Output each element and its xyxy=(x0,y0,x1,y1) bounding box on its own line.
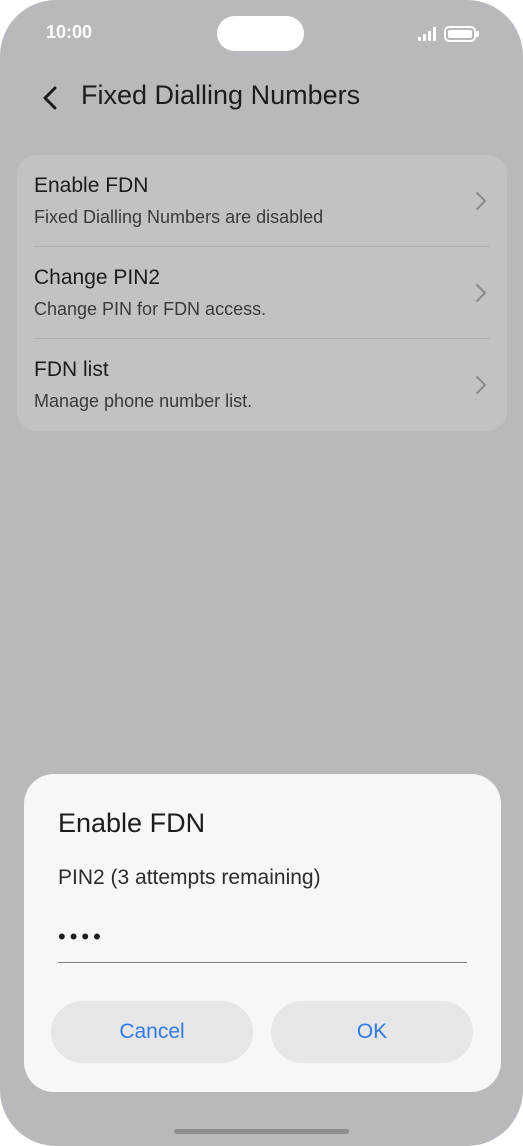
status-time: 10:00 xyxy=(46,22,93,42)
setting-title: FDN list xyxy=(34,358,109,381)
chevron-right-icon xyxy=(476,284,486,302)
dialog-title: Enable FDN xyxy=(58,808,206,838)
pin-label: PIN2 (3 attempts remaining) xyxy=(58,866,321,889)
setting-title: Change PIN2 xyxy=(34,266,161,289)
ok-button[interactable]: OK xyxy=(271,1001,473,1063)
chevron-right-icon xyxy=(476,376,486,394)
phone-screen: 10:00 Fixed Dialling Numbers Enable FDN … xyxy=(0,0,523,1146)
camera-pill xyxy=(217,16,304,51)
setting-subtitle: Manage phone number list. xyxy=(34,391,253,411)
pin-dialog: Enable FDN PIN2 (3 attempts remaining) •… xyxy=(24,774,501,1092)
cancel-button[interactable]: Cancel xyxy=(51,1001,253,1063)
signal-icon xyxy=(418,27,436,41)
setting-subtitle: Fixed Dialling Numbers are disabled xyxy=(34,207,324,227)
page-title: Fixed Dialling Numbers xyxy=(81,80,361,110)
pin-masked-value: •••• xyxy=(58,924,105,949)
back-button[interactable] xyxy=(36,80,66,116)
setting-row-enable-fdn[interactable]: Enable FDN Fixed Dialling Numbers are di… xyxy=(17,155,507,247)
setting-row-change-pin2[interactable]: Change PIN2 Change PIN for FDN access. xyxy=(17,247,507,339)
home-indicator[interactable] xyxy=(174,1129,349,1134)
chevron-right-icon xyxy=(476,192,486,210)
setting-row-fdn-list[interactable]: FDN list Manage phone number list. xyxy=(17,339,507,431)
battery-icon xyxy=(444,26,479,42)
setting-subtitle: Change PIN for FDN access. xyxy=(34,299,267,319)
pin-input[interactable]: •••• xyxy=(58,914,467,963)
settings-card: Enable FDN Fixed Dialling Numbers are di… xyxy=(17,155,507,431)
setting-title: Enable FDN xyxy=(34,174,149,197)
